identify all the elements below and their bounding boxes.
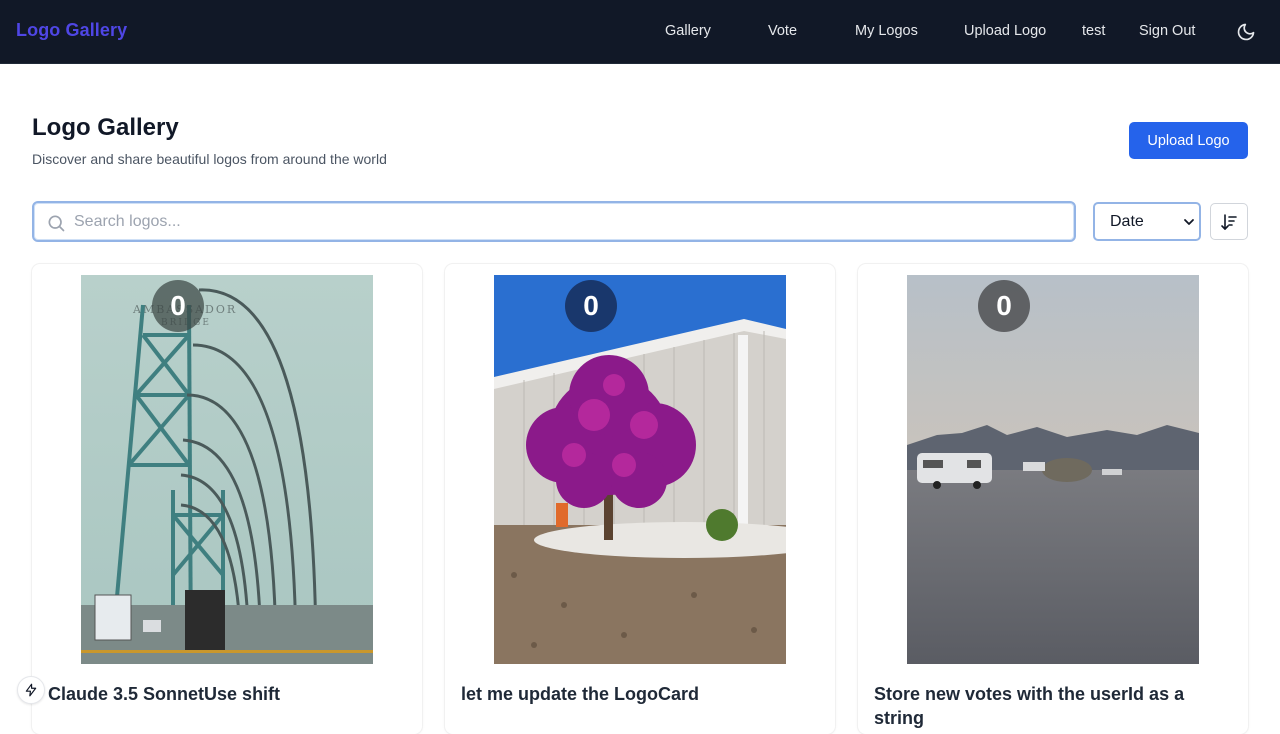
vote-count-badge: 0 <box>565 280 617 332</box>
desert-camp-photo <box>907 275 1199 664</box>
search-icon <box>48 215 65 232</box>
nav-username[interactable]: test <box>1082 23 1105 39</box>
sort-select-value: Date <box>1110 212 1144 230</box>
nav-link-gallery[interactable]: Gallery <box>665 23 711 39</box>
search-input[interactable] <box>74 203 1064 240</box>
top-navbar: Logo Gallery Gallery Vote My Logos Uploa… <box>0 0 1280 64</box>
sort-select[interactable]: Date <box>1093 202 1201 241</box>
sort-direction-button[interactable] <box>1210 203 1248 240</box>
card-title: Claude 3.5 SonnetUse shift <box>48 684 281 704</box>
upload-logo-button[interactable]: Upload Logo <box>1129 122 1248 159</box>
logo-card[interactable]: AMBASSADOR BRIDGE <box>32 264 422 734</box>
page-title: Logo Gallery <box>32 114 179 141</box>
card-title: let me update the LogoCard <box>461 684 700 704</box>
logo-image-desert <box>907 275 1199 664</box>
logo-card[interactable]: 0 Store new votes with the userId as a s… <box>858 264 1248 734</box>
nav-link-upload-logo[interactable]: Upload Logo <box>964 23 1046 39</box>
logo-image-tree <box>494 275 786 664</box>
nav-link-sign-out[interactable]: Sign Out <box>1139 23 1195 39</box>
logo-image-bridge: AMBASSADOR BRIDGE <box>81 275 373 664</box>
sort-descending-icon <box>1221 213 1237 230</box>
dev-tools-badge[interactable] <box>17 676 45 704</box>
flowering-tree-photo <box>494 275 786 664</box>
moon-icon <box>1237 23 1255 41</box>
logo-card[interactable]: 0 let me update the LogoCard <box>445 264 835 734</box>
lightning-icon <box>25 683 37 697</box>
brand-logo[interactable]: Logo Gallery <box>16 20 127 41</box>
vote-count-badge: 0 <box>152 280 204 332</box>
nav-link-vote[interactable]: Vote <box>768 23 797 39</box>
theme-toggle-button[interactable] <box>1234 20 1258 44</box>
chevron-down-icon <box>1184 219 1194 225</box>
nav-link-my-logos[interactable]: My Logos <box>855 23 918 39</box>
page-subtitle: Discover and share beautiful logos from … <box>32 151 387 167</box>
search-box <box>32 201 1076 242</box>
bridge-photo: AMBASSADOR BRIDGE <box>81 275 373 664</box>
vote-count-badge: 0 <box>978 280 1030 332</box>
card-title: Store new votes with the userId as a str… <box>874 684 1185 728</box>
